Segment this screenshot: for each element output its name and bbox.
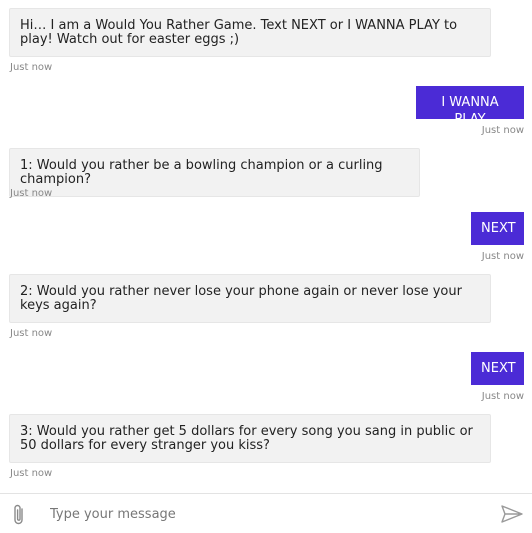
message-timestamp: Just now xyxy=(481,125,524,136)
message-timestamp: Just now xyxy=(10,62,53,73)
bot-message: 3: Would you rather get 5 dollars for ev… xyxy=(9,414,491,463)
bot-message: 2: Would you rather never lose your phon… xyxy=(9,274,491,323)
message-timestamp: Just now xyxy=(10,468,53,479)
user-message: NEXT xyxy=(471,212,524,245)
message-timestamp: Just now xyxy=(481,391,524,402)
bot-message: 1: Would you rather be a bowling champio… xyxy=(9,148,420,197)
paperclip-icon[interactable] xyxy=(11,503,27,527)
send-icon[interactable] xyxy=(500,504,524,524)
message-input[interactable] xyxy=(48,502,482,526)
message-timestamp: Just now xyxy=(481,251,524,262)
message-timestamp: Just now xyxy=(10,328,53,339)
chat-transcript: Hi… I am a Would You Rather Game. Text N… xyxy=(0,0,532,493)
user-message: I WANNA PLAY xyxy=(416,86,524,127)
bot-message: Hi… I am a Would You Rather Game. Text N… xyxy=(9,8,491,57)
message-composer xyxy=(0,493,532,533)
message-timestamp: Just now xyxy=(10,188,53,199)
user-message: NEXT xyxy=(471,352,524,385)
